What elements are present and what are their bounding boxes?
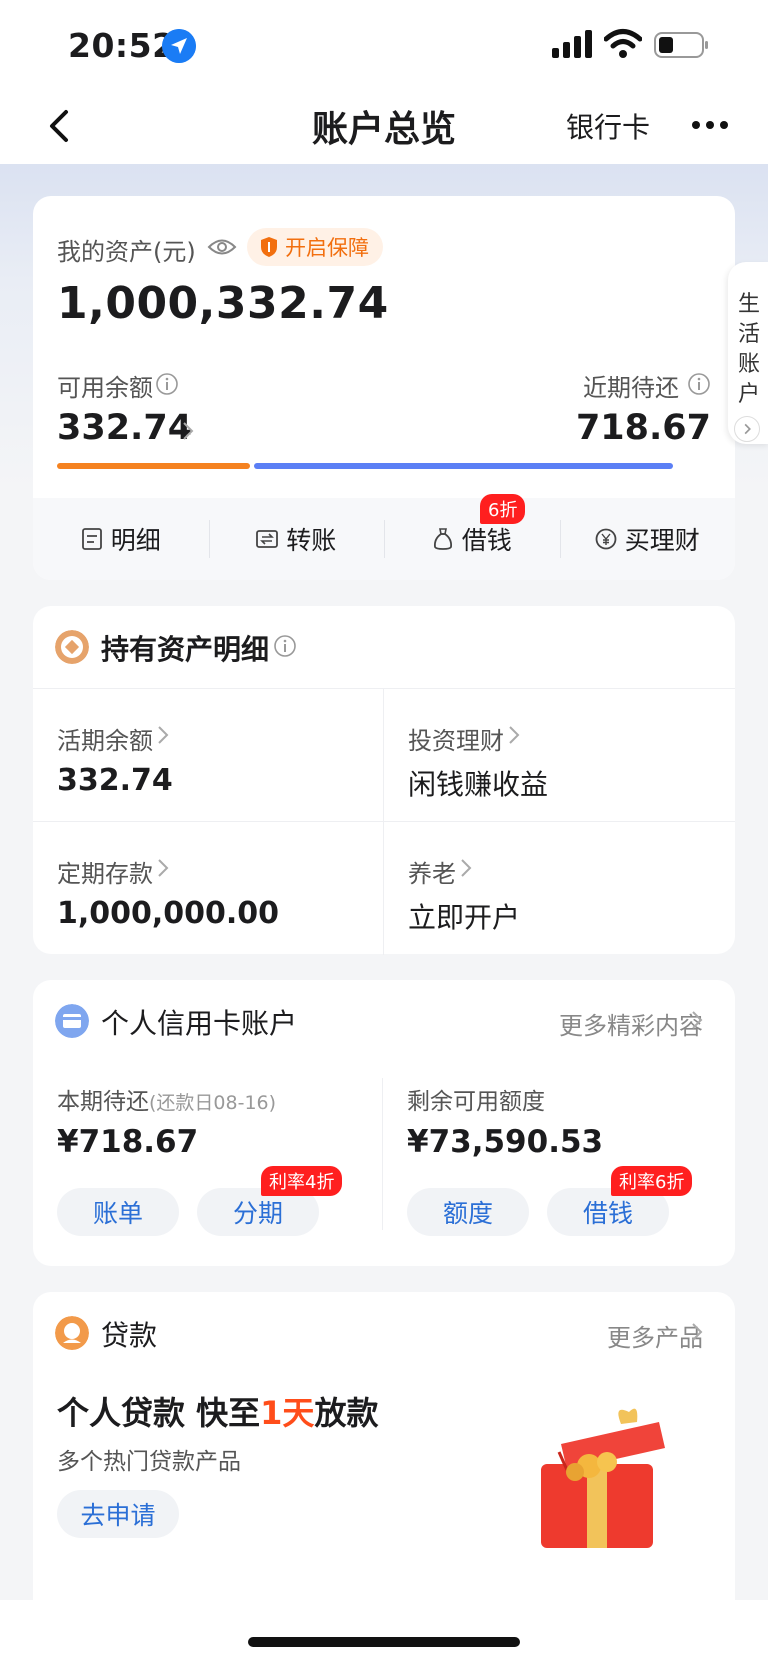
buy-wealth-label: 买理财: [624, 526, 700, 555]
more-products-link[interactable]: 更多产品: [607, 1318, 703, 1353]
upcoming-repayment-label: 近期待还: [583, 374, 679, 402]
life-account-tab[interactable]: 生活账户: [728, 262, 768, 444]
my-assets-label: 我的资产(元): [57, 238, 196, 266]
page-title: 账户总览: [311, 109, 456, 150]
repayment-bar: [254, 463, 673, 469]
money-bag-icon: [433, 528, 452, 550]
chevron-right-icon: [734, 416, 760, 442]
fixed-deposit-cell[interactable]: 定期存款 1,000,000.00: [33, 822, 384, 955]
protection-label: 开启保障: [285, 236, 369, 260]
transfer-button[interactable]: 转账: [208, 498, 385, 580]
chevron-right-icon: [461, 859, 472, 877]
eye-icon[interactable]: [207, 236, 237, 258]
more-dots-icon[interactable]: [690, 110, 730, 140]
list-icon: [81, 528, 102, 550]
loan-headline-post: 放款: [314, 1394, 379, 1432]
life-account-label: 生活账户: [737, 292, 760, 407]
chevron-right-icon: [509, 726, 520, 744]
bank-card-link[interactable]: 银行卡: [566, 106, 650, 146]
apply-button[interactable]: 去申请: [57, 1490, 179, 1538]
transfer-icon: [256, 530, 279, 548]
asset-summary-card: 我的资产(元) 开启保障 1,000,332.74 可用余额 332.74 近期…: [33, 196, 735, 580]
demand-balance-cell[interactable]: 活期余额 332.74: [33, 689, 384, 822]
status-bar: 20:52: [0, 0, 768, 88]
discount-badge: 6折: [480, 494, 526, 524]
credit-card-icon: [55, 1004, 89, 1038]
loan-card: 贷款 更多产品 个人贷款 快至1天放款 多个热门贷款产品 去申请: [33, 1292, 735, 1600]
chevron-right-icon: [692, 1323, 703, 1341]
pension-cell[interactable]: 养老 立即开户: [384, 822, 735, 955]
enable-protection-button[interactable]: 开启保障: [247, 228, 383, 266]
holdings-grid: 活期余额 332.74 投资理财 闲钱赚收益 定期存款 1,000,000.00…: [33, 688, 735, 955]
borrow-rate-badge: 利率6折: [611, 1166, 693, 1196]
info-icon[interactable]: [273, 634, 297, 658]
holdings-title: 持有资产明细: [101, 633, 270, 666]
loan-headline: 个人贷款 快至1天放款: [57, 1388, 378, 1434]
pension-value: 立即开户: [408, 901, 521, 934]
battery-icon: [654, 32, 708, 58]
details-button[interactable]: 明细: [33, 498, 209, 580]
fixed-deposit-value: 1,000,000.00: [57, 896, 280, 931]
available-balance-value[interactable]: 332.74: [57, 408, 192, 448]
fixed-deposit-label: 定期存款: [57, 860, 153, 888]
loan-title: 贷款: [101, 1319, 158, 1352]
chevron-right-icon: [692, 1011, 703, 1029]
bottom-safe-area: [0, 1600, 768, 1662]
more-content-link[interactable]: 更多精彩内容: [559, 1006, 703, 1041]
loan-headline-highlight: 1天: [260, 1394, 315, 1432]
pension-label: 养老: [408, 860, 456, 888]
borrow-label: 借钱: [461, 526, 512, 555]
chevron-right-icon: [183, 422, 194, 440]
limit-button[interactable]: 额度: [407, 1188, 529, 1236]
available-balance-bar: [57, 463, 250, 469]
info-icon[interactable]: [155, 372, 179, 396]
location-arrow-icon: [162, 29, 196, 63]
available-balance-label: 可用余额: [57, 374, 153, 402]
demand-balance-value: 332.74: [57, 763, 173, 798]
investment-value: 闲钱赚收益: [408, 768, 549, 801]
total-assets-value: 1,000,332.74: [57, 278, 389, 329]
status-time: 20:52: [68, 26, 176, 65]
statement-due-label: 本期待还(还款日08-16): [57, 1082, 276, 1116]
chevron-right-icon: [158, 859, 169, 877]
yuan-circle-icon: [595, 528, 617, 550]
quick-actions-row: 明细 转账 借钱 6折 买理财: [33, 494, 736, 580]
installment-rate-badge: 利率4折: [261, 1166, 343, 1196]
credit-card-account-card: 个人信用卡账户 更多精彩内容 本期待还(还款日08-16) ¥718.67 剩余…: [33, 980, 735, 1266]
investment-label: 投资理财: [408, 727, 504, 755]
transfer-label: 转账: [286, 526, 337, 555]
remaining-limit-value: ¥73,590.53: [407, 1124, 604, 1160]
borrow-button[interactable]: 借钱 6折: [384, 494, 560, 580]
statement-due-text: 本期待还: [57, 1089, 149, 1115]
upcoming-repayment-value[interactable]: 718.67: [576, 408, 711, 448]
shield-icon: [261, 237, 277, 257]
gift-box-icon: [541, 1408, 665, 1548]
loan-icon: [55, 1316, 89, 1350]
holdings-card: 持有资产明细 活期余额 332.74 投资理财 闲钱赚收益 定期存款 1,000…: [33, 606, 735, 955]
loan-subtitle: 多个热门贷款产品: [57, 1449, 241, 1475]
wifi-icon: [604, 29, 642, 58]
demand-balance-label: 活期余额: [57, 727, 153, 755]
loan-headline-pre: 个人贷款 快至: [57, 1394, 261, 1432]
column-divider: [382, 1078, 383, 1230]
credit-card-title: 个人信用卡账户: [101, 1007, 298, 1040]
investment-cell[interactable]: 投资理财 闲钱赚收益: [384, 689, 735, 822]
bill-button[interactable]: 账单: [57, 1188, 179, 1236]
buy-wealth-button[interactable]: 买理财: [559, 498, 736, 580]
navigation-bar: 账户总览 银行卡: [0, 88, 768, 164]
remaining-limit-label: 剩余可用额度: [407, 1089, 545, 1115]
info-icon[interactable]: [687, 372, 711, 396]
coin-icon: [55, 630, 89, 664]
repayment-date-note: (还款日08-16): [149, 1092, 277, 1114]
details-label: 明细: [110, 526, 161, 555]
statement-due-value: ¥718.67: [57, 1124, 199, 1160]
chevron-right-icon: [158, 726, 169, 744]
cellular-signal-icon: [552, 30, 592, 58]
home-indicator[interactable]: [248, 1637, 520, 1647]
